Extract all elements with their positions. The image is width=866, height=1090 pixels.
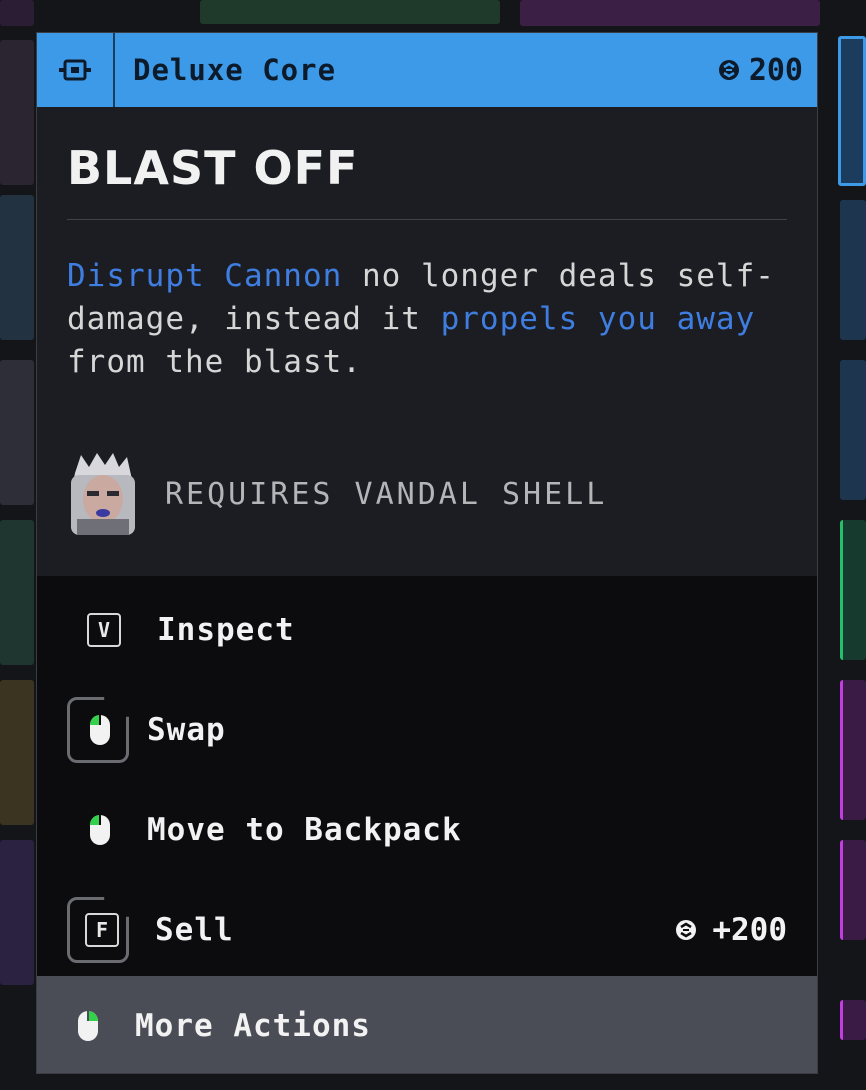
sell-value-text: +200 — [712, 912, 787, 948]
key-v-icon: V — [87, 613, 121, 647]
hold-progress-icon — [67, 897, 129, 963]
inspect-action[interactable]: V Inspect — [37, 590, 817, 670]
inventory-tile — [0, 840, 34, 985]
core-chip-icon — [37, 33, 115, 107]
item-price: 200 — [717, 53, 803, 88]
credits-icon — [718, 60, 739, 80]
move-to-backpack-label: Move to Backpack — [147, 812, 462, 848]
inventory-tile — [840, 360, 866, 500]
inventory-tile — [840, 1000, 866, 1040]
inventory-tile — [840, 680, 866, 820]
item-price-value: 200 — [748, 52, 803, 88]
inventory-tile — [840, 520, 866, 660]
inventory-tile — [0, 195, 34, 340]
requirement-row: REQUIRES VANDAL SHELL — [67, 453, 607, 535]
sell-label: Sell — [155, 912, 234, 948]
item-tooltip-panel: Deluxe Core 200 BLAST OFF Disrupt Cannon… — [36, 32, 818, 1074]
item-description: Disrupt Cannon no longer deals self-dama… — [67, 255, 797, 384]
inventory-tile — [0, 0, 34, 26]
inventory-tile — [838, 36, 866, 186]
more-actions-button[interactable]: More Actions — [37, 976, 817, 1073]
mouse-icon — [90, 815, 110, 845]
item-name: BLAST OFF — [67, 141, 359, 195]
inventory-tile — [520, 0, 820, 26]
swap-label: Swap — [147, 712, 226, 748]
description-highlight: Disrupt Cannon — [67, 258, 343, 294]
hold-progress-icon — [67, 697, 129, 763]
requirement-text: REQUIRES VANDAL SHELL — [165, 476, 608, 512]
divider — [67, 219, 787, 220]
inventory-tile — [0, 520, 34, 665]
inventory-tile — [0, 40, 34, 185]
inventory-tile — [840, 200, 866, 340]
inventory-tile — [840, 840, 866, 940]
action-menu: V Inspect Swap Move to Backpack F Sell +… — [37, 576, 817, 976]
vandal-avatar — [71, 453, 135, 535]
item-header: Deluxe Core 200 — [37, 33, 817, 107]
inventory-tile — [0, 360, 34, 505]
inspect-label: Inspect — [157, 612, 295, 648]
description-highlight: propels you away — [440, 301, 756, 337]
inventory-tile — [200, 0, 500, 24]
credits-icon — [676, 920, 697, 940]
move-to-backpack-action[interactable]: Move to Backpack — [37, 790, 817, 870]
description-text: from the blast. — [67, 344, 362, 380]
swap-action[interactable]: Swap — [37, 690, 817, 770]
inventory-tile — [0, 680, 34, 825]
item-category: Deluxe Core — [133, 53, 337, 87]
more-actions-label: More Actions — [135, 1007, 371, 1044]
mouse-icon — [78, 1010, 98, 1041]
sell-value: +200 — [674, 912, 787, 948]
sell-action[interactable]: F Sell +200 — [37, 890, 817, 970]
